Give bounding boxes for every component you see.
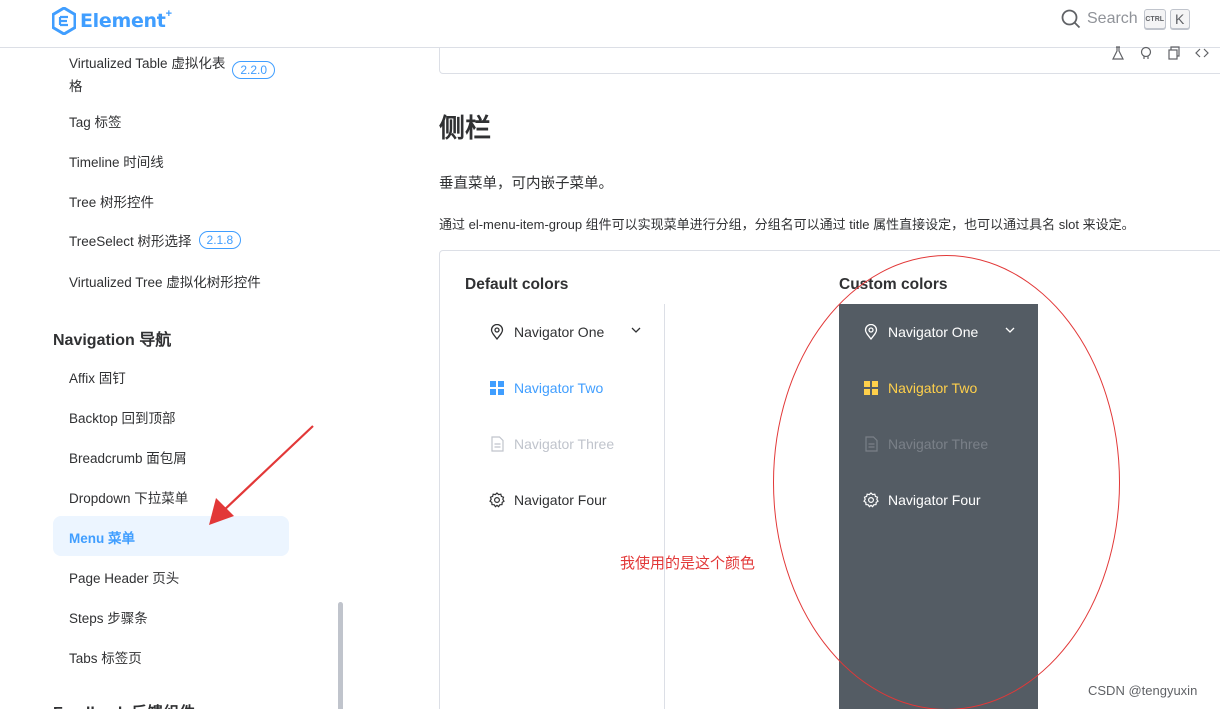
github-icon[interactable] xyxy=(1139,46,1153,60)
annotation-text: 我使用的是这个颜色 xyxy=(620,555,756,572)
demo-toolbar xyxy=(1111,46,1209,60)
sidebar-item-label: Backtop 回到顶部 xyxy=(69,411,176,426)
menu-item-navigator-one[interactable]: Navigator One xyxy=(465,304,664,360)
sidebar-item-backtop[interactable]: Backtop 回到顶部 xyxy=(69,407,176,427)
version-badge: 2.1.8 xyxy=(198,231,242,249)
version-badge: 2.2.0 xyxy=(232,61,276,79)
element-logo-icon xyxy=(52,7,76,35)
menu-item-navigator-two[interactable]: Navigator Two xyxy=(465,360,664,416)
kbd-k: K xyxy=(1169,9,1190,29)
sidebar-item-treeselect[interactable]: TreeSelect 树形选择 2.1.8 xyxy=(69,230,242,250)
sidebar-item-breadcrumb[interactable]: Breadcrumb 面包屑 xyxy=(69,447,187,467)
sidebar-item-label: Steps 步骤条 xyxy=(69,611,148,626)
copy-icon[interactable] xyxy=(1167,46,1181,60)
sidebar-item-label: Dropdown 下拉菜单 xyxy=(69,491,189,506)
logo-plus: + xyxy=(165,8,173,20)
search-button[interactable]: Search CTRL K xyxy=(1061,9,1190,29)
search-label: Search xyxy=(1087,10,1138,27)
menu-item-label: Navigator Four xyxy=(514,492,607,508)
sidebar: Virtualized Table 虚拟化表 格 2.2.0 Tag 标签 Ti… xyxy=(0,49,345,709)
sidebar-item-label: Timeline 时间线 xyxy=(69,155,164,170)
setting-icon xyxy=(489,492,505,508)
menu-item-navigator-four[interactable]: Navigator Four xyxy=(465,472,664,528)
menu-grid-icon xyxy=(489,380,505,396)
sidebar-item-label: Virtualized Tree 虚拟化树形控件 xyxy=(69,275,261,290)
annotation-ellipse xyxy=(773,255,1120,709)
sidebar-item-tree[interactable]: Tree 树形控件 xyxy=(69,191,154,211)
sidebar-item-menu-text[interactable]: Menu 菜单 xyxy=(69,527,135,547)
sidebar-item-steps[interactable]: Steps 步骤条 xyxy=(69,607,148,627)
sidebar-item-label-wrap: 格 xyxy=(69,79,83,94)
csdn-watermark: CSDN @tengyuxin xyxy=(1088,683,1198,698)
page-title: 侧栏 xyxy=(439,113,492,143)
sidebar-item-dropdown[interactable]: Dropdown 下拉菜单 xyxy=(69,487,188,507)
sidebar-item-virtualized-tree[interactable]: Virtualized Tree 虚拟化树形控件 xyxy=(69,271,261,291)
section-description: 垂直菜单，可内嵌子菜单。 xyxy=(439,176,613,192)
sidebar-item-affix[interactable]: Affix 固钉 xyxy=(69,367,126,387)
sidebar-item-label: Breadcrumb 面包屑 xyxy=(69,451,187,466)
sidebar-item-label: Page Header 页头 xyxy=(69,571,180,586)
code-icon[interactable] xyxy=(1195,46,1209,60)
kbd-ctrl: CTRL xyxy=(1143,9,1166,29)
location-icon xyxy=(489,324,505,340)
sidebar-item-tabs[interactable]: Tabs 标签页 xyxy=(69,647,142,667)
logo-text: Element xyxy=(80,10,166,32)
playground-icon[interactable] xyxy=(1111,46,1125,60)
document-icon xyxy=(489,436,505,452)
sidebar-item-label: Tree 树形控件 xyxy=(69,195,155,210)
menu-item-navigator-three: Navigator Three xyxy=(465,416,664,472)
sidebar-item-label: Affix 固钉 xyxy=(69,371,126,386)
sidebar-group-feedback: Feedback 反馈组件 xyxy=(53,699,195,709)
menu-item-label: Navigator Two xyxy=(514,380,604,396)
sidebar-item-label: TreeSelect 树形选择 xyxy=(69,234,192,249)
menu-item-label: Navigator One xyxy=(514,324,605,340)
menu-item-label: Navigator Three xyxy=(514,436,615,452)
top-header: Element + Search CTRL K xyxy=(0,0,1220,48)
sidebar-item-label: Tabs 标签页 xyxy=(69,651,142,666)
chevron-down-icon xyxy=(631,327,641,333)
sidebar-item-label: Menu 菜单 xyxy=(69,531,135,546)
search-icon xyxy=(1061,9,1081,29)
previous-demo-box xyxy=(439,48,1220,74)
sidebar-item-timeline[interactable]: Timeline 时间线 xyxy=(69,151,164,171)
section-note: 通过 el-menu-item-group 组件可以实现菜单进行分组，分组名可以… xyxy=(439,217,1135,232)
sidebar-item-label: Virtualized Table 虚拟化表 xyxy=(69,56,226,71)
sidebar-item-virtualized-table[interactable]: Virtualized Table 虚拟化表 格 2.2.0 xyxy=(69,52,276,95)
sidebar-scrollbar[interactable] xyxy=(338,602,343,709)
sidebar-item-label: Tag 标签 xyxy=(69,115,122,130)
sidebar-group-navigation: Navigation 导航 xyxy=(53,332,172,349)
default-colors-title: Default colors xyxy=(465,276,569,293)
sidebar-item-tag[interactable]: Tag 标签 xyxy=(69,111,122,131)
default-menu: Navigator One Navigator Two Navigator Th… xyxy=(465,304,665,709)
element-plus-logo[interactable]: Element + xyxy=(52,7,172,35)
sidebar-item-page-header[interactable]: Page Header 页头 xyxy=(69,567,179,587)
